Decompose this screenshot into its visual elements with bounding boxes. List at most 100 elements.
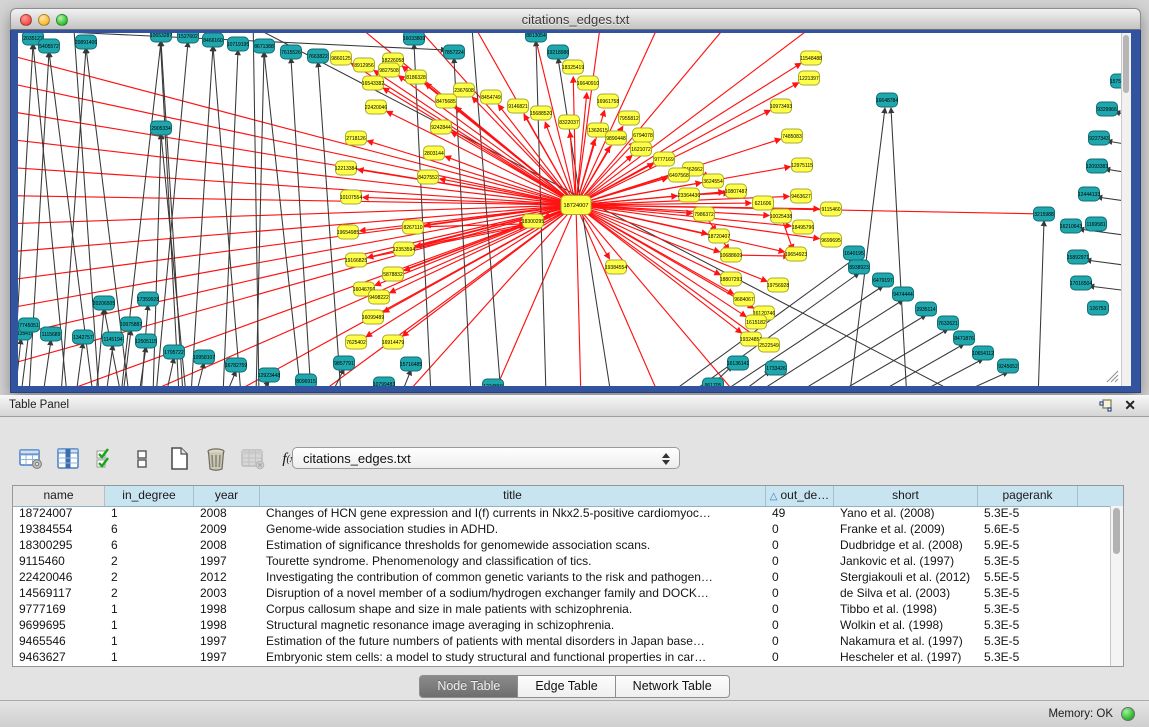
table-cell[interactable]: 1998 (194, 618, 260, 634)
table-cell[interactable]: 0 (766, 618, 834, 634)
table-row[interactable]: 2242004622012Investigating the contribut… (13, 570, 1110, 586)
table-cell[interactable]: 9777169 (13, 602, 105, 618)
table-cell[interactable]: 1 (105, 650, 194, 666)
table-cell[interactable]: 14569117 (13, 586, 105, 602)
column-header-in_degree[interactable]: in_degree (105, 486, 194, 506)
table-cell[interactable]: 0 (766, 538, 834, 554)
table-cell[interactable]: 1997 (194, 554, 260, 570)
table-settings-icon[interactable] (18, 447, 44, 471)
table-cell[interactable]: 2008 (194, 538, 260, 554)
table-cell[interactable]: 1997 (194, 634, 260, 650)
scrollbar-thumb[interactable] (1113, 508, 1120, 554)
table-cell[interactable]: 1997 (194, 650, 260, 666)
table-cell[interactable]: 2009 (194, 522, 260, 538)
table-cell[interactable]: 0 (766, 634, 834, 650)
table-cell[interactable]: 1 (105, 602, 194, 618)
table-cell[interactable]: 2 (105, 570, 194, 586)
table-cell[interactable]: Hescheler et al. (1997) (834, 650, 978, 666)
table-cell[interactable]: Tibbo et al. (1998) (834, 602, 978, 618)
table-row[interactable]: 1872400712008Changes of HCN gene express… (13, 506, 1110, 522)
table-cell[interactable]: Tourette syndrome. Phenomenology and cla… (260, 554, 766, 570)
table-cell[interactable]: 22420046 (13, 570, 105, 586)
table-cell[interactable]: 5.3E-5 (978, 602, 1078, 618)
table-cell[interactable]: 5.6E-5 (978, 522, 1078, 538)
table-cell[interactable]: 9465546 (13, 634, 105, 650)
table-cell[interactable]: 0 (766, 522, 834, 538)
tab-edge-table[interactable]: Edge Table (518, 675, 615, 698)
tab-network-table[interactable]: Network Table (616, 675, 730, 698)
table-row[interactable]: 977716911998Corpus callosum shape and si… (13, 602, 1110, 618)
table-cell[interactable]: Genome-wide association studies in ADHD. (260, 522, 766, 538)
table-cell[interactable]: 18300295 (13, 538, 105, 554)
table-cell[interactable]: 1 (105, 506, 194, 522)
column-header-short[interactable]: short (834, 486, 978, 506)
table-cell[interactable]: 6 (105, 538, 194, 554)
table-row[interactable]: 1938455462009Genome-wide association stu… (13, 522, 1110, 538)
tab-node-table[interactable]: Node Table (419, 675, 518, 698)
table-cell[interactable]: 0 (766, 586, 834, 602)
table-cell[interactable]: 2008 (194, 506, 260, 522)
table-cell[interactable]: Disruption of a novel member of a sodium… (260, 586, 766, 602)
network-graph-canvas[interactable]: 1872400798601258912956182260589827508165… (18, 33, 1125, 386)
table-cell[interactable]: 1998 (194, 602, 260, 618)
table-cell[interactable]: Embryonic stem cells: a model to study s… (260, 650, 766, 666)
close-panel-icon[interactable]: ✕ (1124, 397, 1136, 414)
table-cell[interactable]: 6 (105, 522, 194, 538)
table-cell[interactable]: Franke et al. (2009) (834, 522, 978, 538)
table-cell[interactable]: Estimation of significance thresholds fo… (260, 538, 766, 554)
table-cell[interactable]: 0 (766, 602, 834, 618)
table-cell[interactable]: 1 (105, 618, 194, 634)
row-checkmarks-icon[interactable] (92, 447, 118, 471)
table-cell[interactable]: 9115460 (13, 554, 105, 570)
table-cell[interactable]: 5.3E-5 (978, 634, 1078, 650)
table-cell[interactable]: 5.9E-5 (978, 538, 1078, 554)
float-panel-icon[interactable] (1099, 399, 1113, 413)
scrollbar-thumb[interactable] (1123, 35, 1129, 93)
delete-trash-icon[interactable] (203, 447, 229, 471)
column-header-pagerank[interactable]: pagerank (978, 486, 1078, 506)
table-cell[interactable]: Jankovic et al. (1997) (834, 554, 978, 570)
table-row[interactable]: 946362711997Embryonic stem cells: a mode… (13, 650, 1110, 666)
table-cell[interactable]: 49 (766, 506, 834, 522)
table-cell[interactable]: 5.3E-5 (978, 506, 1078, 522)
table-row[interactable]: 946554611997Estimation of the future num… (13, 634, 1110, 650)
table-cell[interactable]: 5.3E-5 (978, 586, 1078, 602)
table-cell[interactable]: Estimation of the future numbers of pati… (260, 634, 766, 650)
table-row[interactable]: 1830029562008Estimation of significance … (13, 538, 1110, 554)
resize-grip[interactable] (1105, 369, 1119, 383)
column-header-title[interactable]: title (260, 486, 766, 506)
table-cell[interactable]: de Silva et al. (2003) (834, 586, 978, 602)
stacked-rows-icon[interactable] (129, 447, 155, 471)
table-cell[interactable]: 0 (766, 554, 834, 570)
table-cell[interactable]: 5.3E-5 (978, 554, 1078, 570)
table-cell[interactable]: Corpus callosum shape and size in male p… (260, 602, 766, 618)
citation-network-graph[interactable]: 1872400798601258912956182260589827508165… (18, 33, 1125, 386)
window-titlebar[interactable]: citations_edges.txt (10, 8, 1141, 30)
table-cell[interactable]: Yano et al. (2008) (834, 506, 978, 522)
table-cell[interactable]: Investigating the contribution of common… (260, 570, 766, 586)
column-header-name[interactable]: name (13, 486, 105, 506)
table-cell[interactable]: 5.3E-5 (978, 618, 1078, 634)
table-cell[interactable]: 18724007 (13, 506, 105, 522)
table-cell[interactable]: 9699695 (13, 618, 105, 634)
table-cell[interactable]: 9463627 (13, 650, 105, 666)
table-cell[interactable]: 1 (105, 634, 194, 650)
table-vertical-scrollbar[interactable] (1110, 506, 1123, 666)
table-cell[interactable]: 0 (766, 570, 834, 586)
network-vertical-scrollbar[interactable] (1121, 33, 1131, 386)
table-cell[interactable]: 0 (766, 650, 834, 666)
table-row[interactable]: 969969511998Structural magnetic resonanc… (13, 618, 1110, 634)
select-column-icon[interactable] (55, 447, 81, 471)
table-cell[interactable]: 2003 (194, 586, 260, 602)
table-cell[interactable]: 5.5E-5 (978, 570, 1078, 586)
table-cell[interactable]: 19384554 (13, 522, 105, 538)
table-selector-dropdown[interactable]: citations_edges.txt (292, 447, 680, 469)
table-cell[interactable]: Changes of HCN gene expression and I(f) … (260, 506, 766, 522)
table-cell[interactable]: Stergiakouli et al. (2012) (834, 570, 978, 586)
table-row[interactable]: 1456911722003Disruption of a novel membe… (13, 586, 1110, 602)
table-cell[interactable]: 2 (105, 554, 194, 570)
column-header-out_de[interactable]: △out_de… (766, 486, 834, 506)
table-cell[interactable]: 5.3E-5 (978, 650, 1078, 666)
table-cell[interactable]: Wolkin et al. (1998) (834, 618, 978, 634)
table-row[interactable]: 911546021997Tourette syndrome. Phenomeno… (13, 554, 1110, 570)
